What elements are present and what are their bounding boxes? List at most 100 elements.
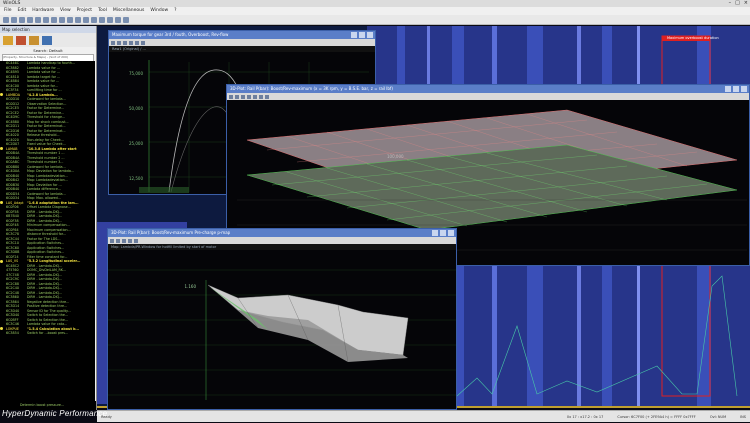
menu-misc[interactable]: Miscellaneous — [113, 7, 145, 15]
menu-bar: File Edit Hardware View Project Tool Mis… — [0, 7, 750, 15]
map3d-top-tool-icon-1[interactable] — [229, 94, 233, 99]
main-toolbar — [0, 15, 750, 25]
hex-view-icon[interactable] — [99, 16, 105, 23]
sidebar-toolbar — [0, 33, 96, 47]
map3d-top-min-icon[interactable] — [725, 86, 731, 92]
curve-ytick-3: 25,000 — [129, 141, 143, 146]
status-bar: Ready 0x 17 : x17.2 : 0x 17 Cursor: 6C7F… — [97, 410, 750, 422]
maximize-button[interactable]: □ — [735, 0, 740, 7]
map3d-bottom-titlebar[interactable]: 3D-Plot: Rail P(bar): Boost/Rev-maximum … — [108, 229, 456, 237]
group-bullet-icon — [0, 147, 3, 151]
map3d-top-title: 3D-Plot: Rail P(bar): Boost/Rev-maximum … — [230, 86, 393, 91]
curve-window-toolbar — [109, 39, 375, 46]
curve-tool-icon-2[interactable] — [117, 40, 121, 45]
window-controls: – □ × — [729, 0, 748, 7]
menu-project[interactable]: Project — [77, 7, 92, 15]
map3d-top-toolbar — [227, 93, 749, 100]
map3d-bottom-toolbar — [108, 237, 456, 244]
redo-icon[interactable] — [43, 16, 49, 23]
map3d-bottom-ztick: 1.160 — [185, 284, 197, 289]
map3d-top-max-icon[interactable] — [733, 86, 739, 92]
map-list[interactable]: 6C446C Lambda handicap to fourth... 6C3882… — [0, 61, 95, 401]
menu-file[interactable]: File — [4, 7, 12, 15]
status-item-1: 0x 17 : x17.2 : 0x 17 — [566, 415, 604, 419]
group-bullet-icon — [0, 201, 3, 205]
checksum-icon[interactable] — [107, 16, 113, 23]
settings-icon[interactable] — [123, 16, 129, 23]
menu-tool[interactable]: Tool — [98, 7, 107, 15]
status-item-3: Ovl: NUM — [709, 415, 727, 419]
curve-tool-icon-1[interactable] — [111, 40, 115, 45]
curve-tool-icon-4[interactable] — [129, 40, 133, 45]
brand-watermark: HyperDynamic Performance — [2, 409, 108, 418]
sidebar-title: Map selection — [0, 26, 96, 33]
map3d-top-close-icon[interactable] — [741, 86, 747, 92]
curve-close-icon[interactable] — [367, 32, 373, 38]
status-item-4: INS — [740, 415, 746, 419]
map3d-bottom-title: 3D-Plot: Rail P(bar): Boost/Rev-maximum … — [111, 230, 231, 235]
curve-tool-icon-6[interactable] — [141, 40, 145, 45]
menu-window[interactable]: Window — [150, 7, 168, 15]
map3d-bottom-max-icon[interactable] — [440, 230, 446, 236]
map3d-top-tool-icon-4[interactable] — [247, 94, 251, 99]
map-item-id: 6C3854 — [6, 331, 19, 335]
new-project-icon[interactable] — [3, 16, 9, 23]
menu-view[interactable]: View — [60, 7, 71, 15]
hex-red-label: Maximum overboost duration — [667, 36, 719, 40]
map3d-top-titlebar[interactable]: 3D-Plot: Rail P(bar): Boost/Rev-maximum … — [227, 85, 749, 93]
curve-window-titlebar[interactable]: Maximum torque for gear 3rd / fouth, Ove… — [109, 31, 375, 39]
save-icon[interactable] — [19, 16, 25, 23]
3d-view-icon[interactable] — [91, 16, 97, 23]
minimize-button[interactable]: – — [729, 0, 732, 7]
map3d-top-tool-icon-3[interactable] — [241, 94, 245, 99]
map3d-top-tool-icon-6[interactable] — [259, 94, 263, 99]
status-item-2: Cursor: 6C7F00 (+ 2FE9A4 h) = FFFF 0x7FF… — [617, 415, 696, 419]
cut-icon[interactable] — [51, 16, 57, 23]
app-title-bar: WinOLS — [0, 0, 750, 7]
copy-icon[interactable] — [59, 16, 65, 23]
map3d-bottom-tool-icon-5[interactable] — [134, 238, 138, 243]
undo-icon[interactable] — [35, 16, 41, 23]
map-item-name: Switch for ...boost pres... — [27, 331, 69, 335]
map-view-icon[interactable] — [83, 16, 89, 23]
curve-ytick-2: 50,000 — [129, 106, 143, 111]
app-title: WinOLS — [3, 1, 21, 6]
map3d-bottom-tool-icon-3[interactable] — [122, 238, 126, 243]
menu-help[interactable]: ? — [174, 7, 176, 15]
menu-hardware[interactable]: Hardware — [32, 7, 54, 15]
refresh-icon[interactable] — [42, 35, 52, 45]
map3d-bottom-tool-icon-4[interactable] — [128, 238, 132, 243]
close-button[interactable]: × — [744, 0, 748, 7]
paste-icon[interactable] — [67, 16, 73, 23]
map3d-bottom-window[interactable]: 3D-Plot: Rail P(bar): Boost/Rev-maximum … — [107, 228, 457, 410]
map3d-bottom-tool-icon-2[interactable] — [116, 238, 120, 243]
group-bullet-icon — [0, 327, 3, 331]
menu-edit[interactable]: Edit — [18, 7, 27, 15]
compare-icon[interactable] — [115, 16, 121, 23]
group-bullet-icon — [0, 259, 3, 263]
map3d-bottom-plot: 1.160 — [108, 269, 456, 400]
folder-icon[interactable] — [3, 35, 13, 45]
map3d-top-tool-icon-7[interactable] — [265, 94, 269, 99]
open-icon[interactable] — [11, 16, 17, 23]
curve-tool-icon-5[interactable] — [135, 40, 139, 45]
search-icon[interactable] — [75, 16, 81, 23]
map3d-bottom-tool-icon-1[interactable] — [110, 238, 114, 243]
curve-max-icon[interactable] — [359, 32, 365, 38]
map3d-top-ztick: 100,000 — [387, 154, 404, 159]
curve-ytick-1: 75,000 — [129, 71, 143, 76]
curve-tool-icon-3[interactable] — [123, 40, 127, 45]
curve-min-icon[interactable] — [351, 32, 357, 38]
map3d-top-tool-icon-2[interactable] — [235, 94, 239, 99]
map-list-item[interactable]: 6C3854 Switch for ...boost pres... — [0, 331, 95, 336]
export-icon[interactable] — [29, 35, 39, 45]
map3d-bottom-min-icon[interactable] — [432, 230, 438, 236]
import-icon[interactable] — [16, 35, 26, 45]
map3d-bottom-close-icon[interactable] — [448, 230, 454, 236]
group-bullet-icon — [0, 93, 3, 97]
print-icon[interactable] — [27, 16, 33, 23]
sidebar-filter[interactable]: Search: Default — [0, 47, 96, 54]
curve-ytick-4: 12,500 — [129, 176, 143, 181]
map3d-top-tool-icon-5[interactable] — [253, 94, 257, 99]
curve-window-title: Maximum torque for gear 3rd / fouth, Ove… — [112, 32, 229, 37]
